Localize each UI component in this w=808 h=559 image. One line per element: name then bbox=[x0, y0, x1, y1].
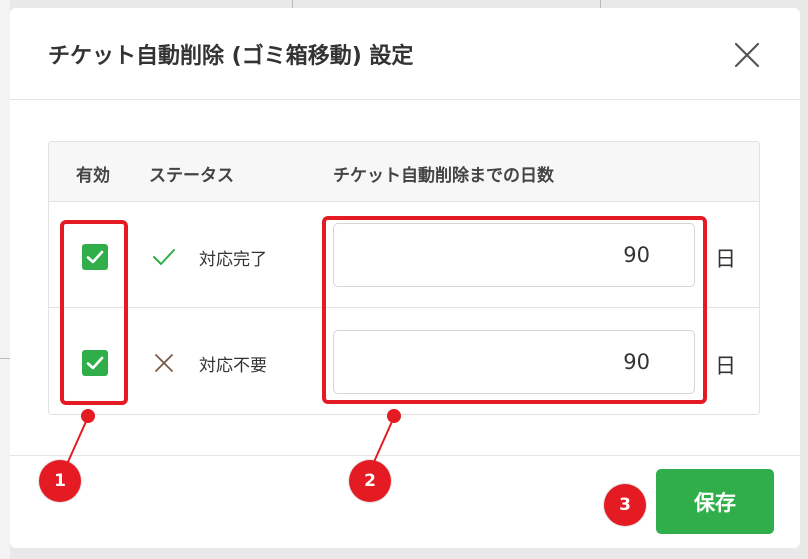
days-unit: 日 bbox=[715, 354, 736, 378]
check-icon bbox=[151, 244, 177, 270]
days-unit: 日 bbox=[715, 247, 736, 271]
annotation-badge-3: 3 bbox=[604, 484, 646, 526]
dialog-header: チケット自動削除 (ゴミ箱移動) 設定 bbox=[10, 8, 800, 100]
header-status: ステータス bbox=[149, 166, 234, 186]
status-label: 対応完了 bbox=[199, 250, 267, 270]
status-label: 対応不要 bbox=[199, 356, 267, 376]
header-enabled: 有効 bbox=[76, 166, 110, 186]
annotation-highlight-days bbox=[322, 216, 707, 404]
annotation-callout-dot bbox=[387, 409, 401, 423]
annotation-badge-1: 1 bbox=[39, 460, 81, 502]
table-header: 有効 ステータス チケット自動削除までの日数 bbox=[49, 142, 759, 202]
background-divider bbox=[0, 358, 10, 359]
cross-icon bbox=[151, 350, 177, 376]
background-strip bbox=[0, 0, 10, 559]
header-days-until-delete: チケット自動削除までの日数 bbox=[333, 166, 554, 186]
annotation-highlight-checkboxes bbox=[60, 220, 128, 405]
annotation-callout-dot bbox=[81, 409, 95, 423]
close-button[interactable] bbox=[732, 40, 762, 70]
close-icon bbox=[734, 42, 760, 68]
save-button[interactable]: 保存 bbox=[656, 469, 774, 534]
annotation-badge-2: 2 bbox=[349, 460, 391, 502]
dialog-title: チケット自動削除 (ゴミ箱移動) 設定 bbox=[48, 44, 414, 69]
